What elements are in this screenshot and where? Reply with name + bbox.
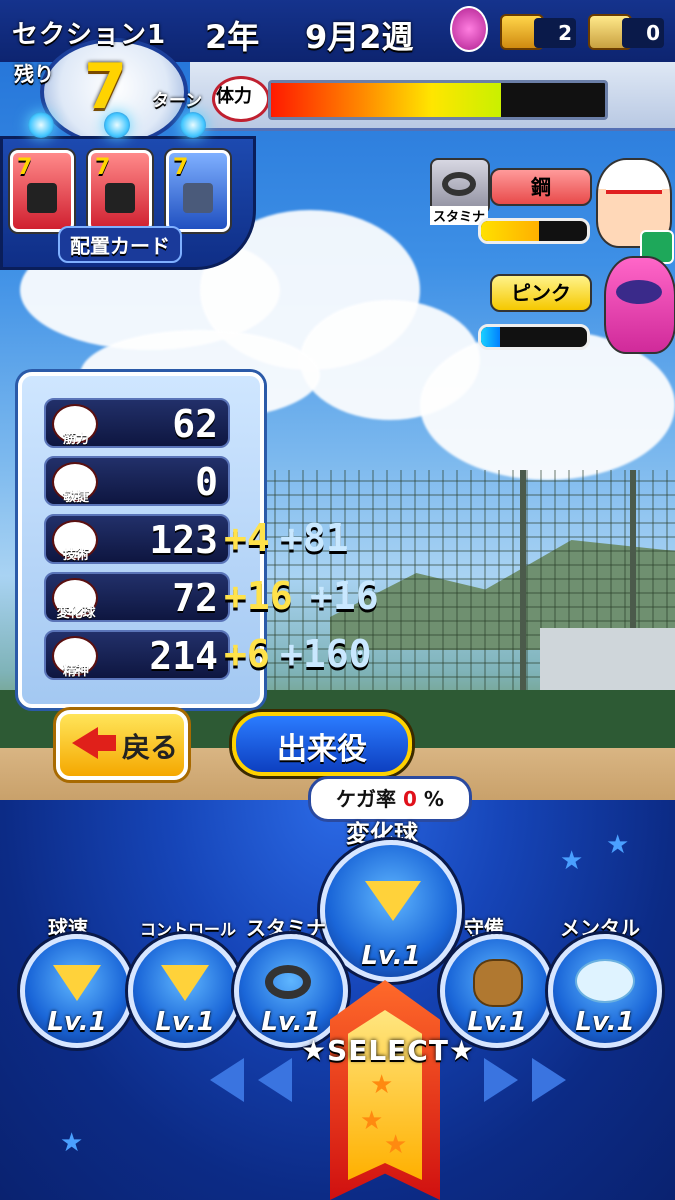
tire-icon (265, 965, 311, 999)
card-value: 7 (17, 155, 33, 180)
stat-row: 変化球 72 (44, 572, 230, 622)
stat-bonus: +16 (224, 574, 293, 618)
placement-card[interactable]: 7 (88, 150, 152, 232)
stamina-bar (268, 80, 608, 120)
back-button-label: 戻る (122, 731, 179, 764)
practice-level: Lv.1 (361, 941, 421, 971)
star-icon: ★ (606, 830, 630, 860)
bulb-icon (28, 112, 54, 138)
v-mark-icon (365, 881, 421, 921)
stat-bonus: +4 (224, 516, 270, 560)
placement-card[interactable]: 7 (10, 150, 74, 232)
partner-gauge (478, 324, 590, 350)
practice-level: Lv.1 (155, 1007, 215, 1037)
partner-gauge (478, 218, 590, 244)
partner-name[interactable]: 鋼 (490, 168, 592, 206)
stat-value: 72 (172, 576, 218, 620)
stat-label: 敏捷 (62, 490, 89, 505)
section-title: セクション1 (12, 20, 167, 50)
chevron-right-icon (484, 1058, 518, 1102)
v-mark-icon (161, 965, 209, 1001)
character-icon[interactable] (450, 6, 488, 52)
practice-level: Lv.1 (467, 1007, 527, 1037)
select-button-label[interactable]: ★SELECT★ (300, 1034, 476, 1067)
partner-name[interactable]: ピンク (490, 274, 592, 312)
practice-level: Lv.1 (575, 1007, 635, 1037)
cloud-sparkle-icon (575, 959, 635, 1003)
stamina-label: 体力 (216, 86, 252, 107)
stat-label: 精神 (62, 664, 89, 679)
card-value: 7 (95, 155, 111, 180)
stat-label: 技術 (62, 548, 89, 563)
practice-level: Lv.1 (47, 1007, 107, 1037)
placement-card[interactable]: 7 (166, 150, 230, 232)
stat-bonus: +160 (280, 632, 372, 676)
dekiyaku-button-label: 出来役 (277, 732, 367, 767)
injury-label: ケガ率 (336, 787, 397, 811)
partner-portrait (604, 256, 675, 354)
star-icon: ★ (370, 1070, 394, 1100)
turn-label: ターン (152, 91, 203, 111)
stamina-bar-fill (271, 83, 502, 117)
stat-bonus: +81 (280, 516, 349, 560)
robot-icon (183, 183, 213, 213)
card-value: 7 (173, 155, 189, 180)
robot-icon (105, 183, 135, 213)
star-icon: ★ (560, 846, 584, 876)
stat-value: 123 (149, 518, 218, 562)
glove-icon (473, 959, 523, 1007)
back-arrow-icon (72, 727, 98, 759)
bulb-icon (104, 112, 130, 138)
chest-count: 0 (622, 18, 664, 48)
stat-value: 0 (195, 460, 218, 504)
chevron-right-icon (532, 1058, 566, 1102)
chevron-left-icon (258, 1058, 292, 1102)
injury-value: 0 (403, 787, 417, 811)
stat-label: 筋力 (62, 432, 89, 447)
stat-value: 214 (149, 634, 218, 678)
bulb-icon (180, 112, 206, 138)
practice-button-mental[interactable]: Lv.1 (548, 934, 662, 1048)
chevron-left-icon (210, 1058, 244, 1102)
injury-unit: % (423, 787, 444, 811)
stat-value: 62 (172, 402, 218, 446)
stat-bonus: +6 (224, 632, 270, 676)
dekiyaku-button[interactable]: 出来役 (232, 712, 412, 776)
stat-row: 筋力 62 (44, 398, 230, 448)
practice-level: Lv.1 (261, 1007, 321, 1037)
star-icon: ★ (360, 1106, 384, 1136)
stat-row: 技術 123 (44, 514, 230, 564)
stat-bonus: +16 (310, 574, 379, 618)
back-button[interactable]: 戻る (56, 710, 188, 780)
practice-button-speed[interactable]: Lv.1 (20, 934, 134, 1048)
year-display: 2年 (205, 18, 260, 56)
v-mark-icon (53, 965, 101, 1001)
practice-button-control[interactable]: Lv.1 (128, 934, 242, 1048)
practice-button-breaking-ball[interactable]: Lv.1 (320, 840, 462, 982)
chest-count: 2 (534, 18, 576, 48)
week-display: 9月2週 (305, 18, 414, 56)
stat-label: 変化球 (56, 606, 96, 621)
card-panel-label: 配置カード (58, 226, 182, 263)
star-icon: ★ (384, 1130, 408, 1160)
stat-row: 精神 214 (44, 630, 230, 680)
practice-button-defense[interactable]: Lv.1 (440, 934, 554, 1048)
remaining-label: 残り (14, 62, 54, 86)
robot-icon (27, 183, 57, 213)
stat-row: 敏捷 0 (44, 456, 230, 506)
star-icon: ★ (60, 1128, 84, 1158)
